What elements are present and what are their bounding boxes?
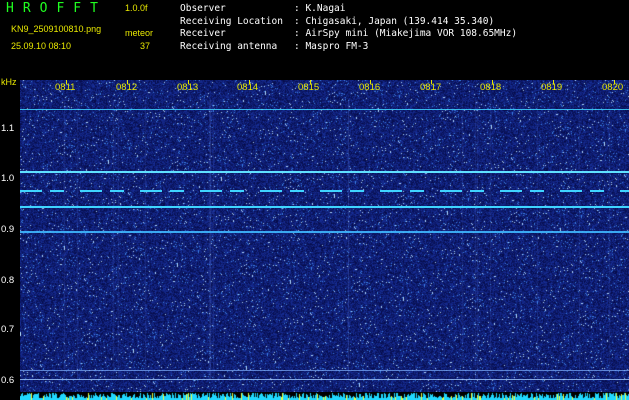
info-row-observer: Observer: K.Nagai <box>180 3 346 14</box>
x-tick-label: 0812 <box>116 82 138 93</box>
x-tick-label: 0811 <box>55 82 76 93</box>
meteor-label: meteor <box>125 28 154 38</box>
version-label: 1.0.0f <box>125 3 148 13</box>
x-tick-label: 0819 <box>541 82 563 93</box>
carrier-line <box>20 231 629 233</box>
spectrogram-plot[interactable]: 0811 0812 0813 0814 0815 0816 0817 0818 … <box>20 80 629 400</box>
y-tick-label: 0.9 <box>1 224 15 235</box>
y-tick-label: 0.6 <box>1 375 15 386</box>
carrier-line <box>20 109 629 110</box>
x-tick-label: 0814 <box>237 82 259 93</box>
spectrogram-noise <box>20 80 629 400</box>
x-tick-label: 0816 <box>359 82 381 93</box>
x-tick-label: 0818 <box>480 82 502 93</box>
y-tick-label: 1.0 <box>1 173 15 184</box>
x-tick-label: 0817 <box>420 82 442 93</box>
info-row-receiver: Receiver: AirSpy mini (Miakejima VOR 108… <box>180 28 518 39</box>
y-axis: 1.1 1.0 0.9 0.8 0.7 0.6 <box>0 85 20 400</box>
carrier-line-dashed <box>20 190 629 192</box>
info-row-antenna: Receiving antenna: Maspro FM-3 <box>180 40 369 52</box>
app-title: HROFFT <box>6 1 107 16</box>
carrier-line <box>20 171 629 173</box>
x-tick-label: 0813 <box>177 82 199 93</box>
meteor-count: 37 <box>140 41 151 51</box>
x-tick-label: 0815 <box>298 82 320 93</box>
datetime-label: 25.09.10 08:10 <box>11 41 72 51</box>
x-tick-label: 0820 <box>602 82 624 93</box>
station-info: Observer: K.Nagai Receiving Location: Ch… <box>180 3 517 53</box>
carrier-line <box>20 370 629 371</box>
carrier-line <box>20 379 629 380</box>
y-tick-label: 0.8 <box>1 275 15 286</box>
info-row-location: Receiving Location: Chigasaki, Japan (13… <box>180 15 495 27</box>
signal-level-bar <box>20 392 629 400</box>
header-panel: HROFFT 1.0.0f KN9_2509100810.png meteor … <box>0 0 629 75</box>
carrier-line <box>20 206 629 208</box>
y-tick-label: 0.7 <box>1 324 15 335</box>
y-tick-label: 1.1 <box>1 123 15 134</box>
filename-label: KN9_2509100810.png <box>11 24 102 34</box>
